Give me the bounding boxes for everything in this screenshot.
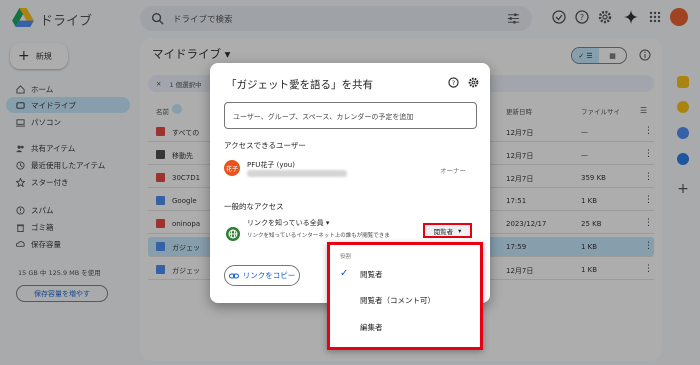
menu-item-label: 閲覧者（コメント可）	[360, 295, 435, 305]
owner-role: オーナー	[440, 167, 466, 175]
user-name: PFU花子 (you)	[247, 161, 295, 169]
globe-icon	[226, 227, 240, 241]
copy-link-label: リンクをコピー	[242, 271, 296, 280]
general-access-dropdown[interactable]: リンクを知っている全員 ▾	[247, 218, 329, 228]
user-email-blurred	[247, 170, 347, 177]
general-access-description: リンクを知っているインターネット上の誰もが閲覧できま	[247, 233, 390, 239]
avatar: 花子	[224, 160, 240, 176]
menu-item-viewer[interactable]: ✓ 閲覧者	[330, 264, 480, 284]
access-section-title: アクセスできるユーザー	[224, 141, 306, 150]
link-icon	[228, 273, 239, 278]
general-access-title: 一般的なアクセス	[224, 202, 284, 211]
role-menu: 役割 ✓ 閲覧者 閲覧者（コメント可） 編集者	[327, 242, 483, 350]
role-menu-label: 役割	[340, 254, 352, 260]
copy-link-button[interactable]: リンクをコピー	[224, 265, 300, 286]
menu-item-label: 編集者	[360, 322, 383, 332]
menu-item-commenter[interactable]: 閲覧者（コメント可）	[330, 290, 480, 310]
add-people-input[interactable]: ユーザー、グループ、スペース、カレンダーの予定を追加	[224, 102, 477, 129]
settings-icon[interactable]	[468, 77, 479, 88]
svg-text:?: ?	[452, 79, 455, 87]
menu-item-label: 閲覧者	[360, 269, 383, 279]
check-icon: ✓	[340, 268, 349, 279]
menu-item-editor[interactable]: 編集者	[330, 317, 480, 337]
chevron-down-icon: ▾	[458, 226, 462, 235]
role-label: 閲覧者	[433, 227, 454, 236]
dialog-title: 「ガジェット愛を語る」を共有	[226, 79, 373, 91]
help-icon[interactable]: ?	[448, 77, 459, 88]
role-dropdown-button[interactable]: 閲覧者 ▾	[423, 223, 472, 238]
